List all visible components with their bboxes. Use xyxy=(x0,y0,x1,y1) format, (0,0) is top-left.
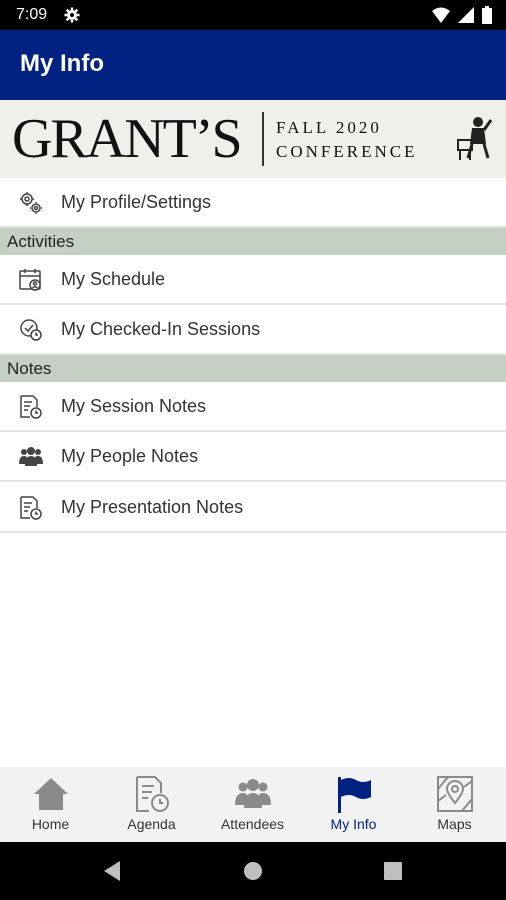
nav-label: Attendees xyxy=(220,816,285,832)
nav-my-info[interactable]: My Info xyxy=(303,767,404,842)
nav-attendees[interactable]: Attendees xyxy=(202,767,303,842)
calendar-person-icon xyxy=(18,267,44,293)
session-notes-item[interactable]: My Session Notes xyxy=(0,382,506,432)
recents-square-icon[interactable] xyxy=(384,862,402,885)
gears-icon xyxy=(18,190,44,216)
presentation-notes-label: My Presentation Notes xyxy=(61,497,244,517)
people-notes-label: My People Notes xyxy=(61,446,199,466)
profile-settings-item[interactable]: My Profile/Settings xyxy=(0,178,506,228)
agenda-icon xyxy=(133,775,171,813)
banner-line1: FALL 2020 xyxy=(276,118,382,137)
attendees-icon xyxy=(234,775,272,813)
page-title: My Info xyxy=(20,50,104,77)
presentation-notes-item[interactable]: My Presentation Notes xyxy=(0,483,506,533)
session-notes-label: My Session Notes xyxy=(61,396,207,416)
my-schedule-label: My Schedule xyxy=(61,269,166,289)
battery-icon xyxy=(482,6,492,29)
profile-settings-label: My Profile/Settings xyxy=(61,192,212,212)
conference-banner: GRANT’S FALL 2020 CONFERENCE xyxy=(0,100,506,178)
nav-label: My Info xyxy=(330,816,377,832)
check-clock-icon xyxy=(18,317,44,343)
back-icon[interactable] xyxy=(102,860,122,887)
cell-signal-icon xyxy=(458,7,474,28)
checked-in-sessions-label: My Checked-In Sessions xyxy=(61,319,261,339)
notes-clock-icon xyxy=(18,394,44,420)
section-title: Notes xyxy=(7,359,52,378)
settings-gear-icon xyxy=(64,7,80,28)
section-header-notes: Notes xyxy=(0,355,506,382)
my-schedule-item[interactable]: My Schedule xyxy=(0,255,506,305)
nav-label: Home xyxy=(31,816,70,832)
checked-in-sessions-item[interactable]: My Checked-In Sessions xyxy=(0,305,506,355)
status-bar: 7:09 xyxy=(0,0,506,30)
nav-agenda[interactable]: Agenda xyxy=(101,767,202,842)
nav-maps[interactable]: Maps xyxy=(404,767,505,842)
people-notes-item[interactable]: My People Notes xyxy=(0,432,506,482)
app-bar: My Info xyxy=(0,30,506,100)
section-title: Activities xyxy=(7,232,75,251)
status-time: 7:09 xyxy=(16,6,48,23)
section-header-activities: Activities xyxy=(0,228,506,255)
flag-icon xyxy=(335,775,373,813)
map-icon xyxy=(436,775,474,813)
wifi-icon xyxy=(432,7,450,28)
nav-home[interactable]: Home xyxy=(0,767,101,842)
notes-clock-icon xyxy=(18,495,44,521)
home-icon xyxy=(32,775,70,813)
people-icon xyxy=(18,444,44,470)
bottom-navigation: Home Agenda Attendees My Info Maps xyxy=(0,767,506,842)
nav-label: Agenda xyxy=(127,816,176,832)
banner-line2: CONFERENCE xyxy=(276,142,418,161)
nav-label: Maps xyxy=(437,816,472,832)
illustration-figure-icon xyxy=(454,114,494,169)
home-circle-icon[interactable] xyxy=(243,861,263,886)
grants-logo: GRANT’S xyxy=(12,108,243,170)
banner-divider xyxy=(262,112,264,166)
system-navigation-bar xyxy=(0,842,506,900)
